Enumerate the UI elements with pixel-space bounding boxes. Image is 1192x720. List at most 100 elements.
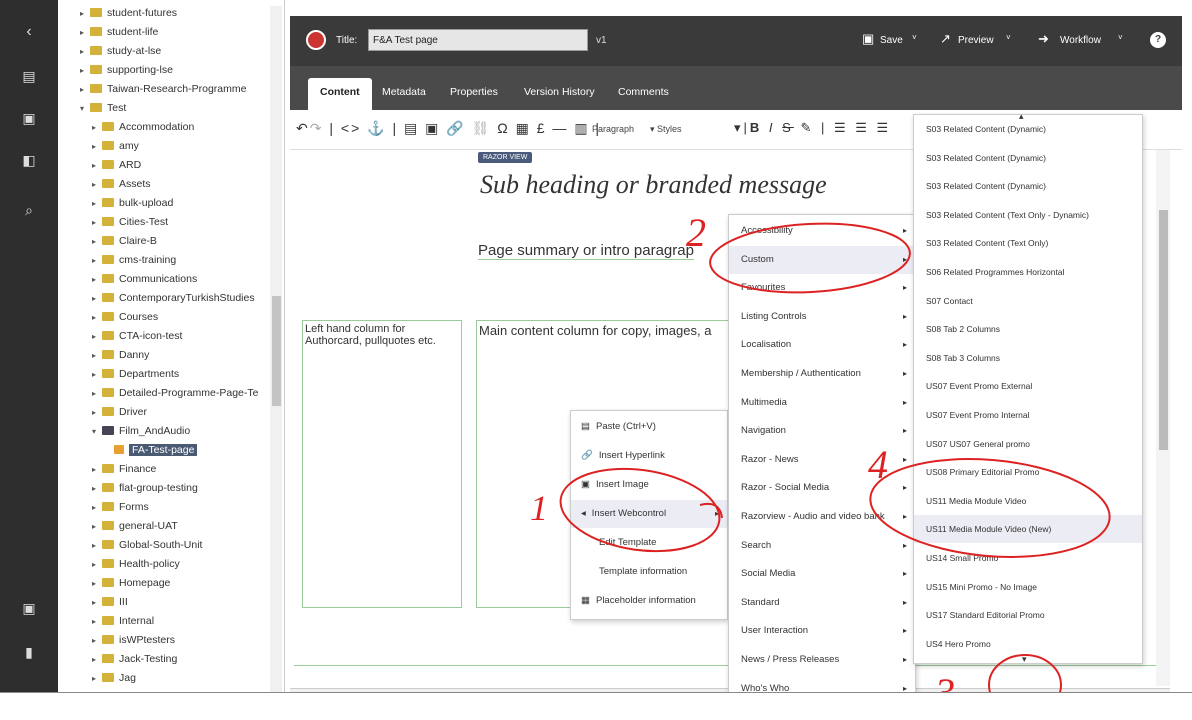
currency-icon[interactable]: £ [537,120,547,136]
help-icon[interactable]: ? [1150,32,1166,48]
paste-word-icon[interactable]: ▥ [574,120,589,136]
tab-content[interactable]: Content [308,78,372,110]
custom-webcontrol-item[interactable]: US07 Event Promo Internal [914,401,1142,429]
custom-webcontrol-item[interactable]: US11 Media Module Video [914,487,1142,515]
custom-webcontrol-item[interactable]: S08 Tab 2 Columns [914,315,1142,343]
collapsed-arrow-icon[interactable]: ▸ [92,631,102,650]
editor-scrollbar-thumb[interactable] [1159,210,1168,450]
tree-item[interactable]: ▸ student-futures [80,4,177,23]
tree-item[interactable]: ▸ III [92,593,128,612]
collapsed-arrow-icon[interactable]: ▸ [92,536,102,555]
settings-icon[interactable]: ▣ [0,598,58,618]
collapsed-arrow-icon[interactable]: ▸ [92,251,102,270]
tab-properties[interactable]: Properties [438,78,510,110]
collapsed-arrow-icon[interactable]: ▸ [92,574,102,593]
align-left-icon[interactable]: ☰ [834,120,849,135]
tree-item[interactable]: ▸ Global-South-Unit [92,536,202,555]
tree-item[interactable]: ▸ Jag [92,669,136,688]
collapsed-arrow-icon[interactable]: ▸ [92,460,102,479]
collapsed-arrow-icon[interactable]: ▸ [92,650,102,669]
tree-item[interactable]: ▸ supporting-lse [80,61,173,80]
collapsed-arrow-icon[interactable]: ▸ [92,612,102,631]
expanded-arrow-icon[interactable]: ▾ [80,99,90,118]
align-right-icon[interactable]: ☰ [877,120,892,135]
tree-item[interactable]: ▸ study-at-lse [80,42,161,61]
collapsed-arrow-icon[interactable]: ▸ [92,308,102,327]
tree-item[interactable]: ▸ Courses [92,308,158,327]
webcontrol-category-item[interactable]: Custom ▸ [729,245,915,274]
tree-item[interactable]: ▸ student-life [80,23,158,42]
tree-item[interactable]: ▸ Health-policy [92,555,180,574]
tree-item[interactable]: ▸ flat-group-testing [92,479,198,498]
tree-item[interactable]: ▸ Driver [92,403,147,422]
tree-item[interactable]: ▸ cms-training [92,251,176,270]
context-menu-item[interactable]: Edit Template [571,529,727,557]
collapsed-arrow-icon[interactable]: ▸ [92,137,102,156]
custom-webcontrol-item[interactable]: S03 Related Content (Text Only - Dynamic… [914,201,1142,229]
collapsed-arrow-icon[interactable]: ▸ [92,118,102,137]
collapsed-arrow-icon[interactable]: ▸ [92,593,102,612]
collapsed-arrow-icon[interactable]: ▸ [92,403,102,422]
anchor-icon[interactable]: ⚓ [367,120,386,136]
collapsed-arrow-icon[interactable]: ▸ [92,289,102,308]
webcontrol-category-item[interactable]: Listing Controls ▸ [729,303,915,331]
special-char-icon[interactable]: Ω [497,120,509,136]
webcontrol-category-item[interactable]: Localisation ▸ [729,331,915,359]
collapsed-arrow-icon[interactable]: ▸ [92,327,102,346]
tree-item[interactable]: ▸ Internal [92,612,154,631]
collapsed-arrow-icon[interactable]: ▸ [92,232,102,251]
preview-button[interactable]: Preview [958,35,994,46]
webcontrol-category-item[interactable]: News / Press Releases ▸ [729,646,915,674]
tree-item[interactable]: ▸ Accommodation [92,118,194,137]
save-button[interactable]: Save [880,35,903,46]
tab-version-history[interactable]: Version History [512,78,607,110]
collapsed-arrow-icon[interactable]: ▸ [92,175,102,194]
custom-webcontrol-item[interactable]: US14 Small Promo [914,544,1142,572]
context-menu-item[interactable]: ▣ Insert Image [571,471,727,499]
tree-item[interactable]: ▸ Finance [92,460,156,479]
tree-item[interactable]: ▸ Homepage [92,574,170,593]
webcontrol-category-item[interactable]: Multimedia ▸ [729,389,915,417]
collapsed-arrow-icon[interactable]: ▸ [92,555,102,574]
tab-comments[interactable]: Comments [606,78,681,110]
unlink-icon[interactable]: ⛓ [472,120,492,136]
expanded-arrow-icon[interactable]: ▾ [92,422,102,441]
collapsed-arrow-icon[interactable]: ▸ [92,384,102,403]
preview-dropdown-icon[interactable]: ˅ [1006,33,1011,42]
custom-webcontrol-item[interactable]: US08 Primary Editorial Promo [914,458,1142,486]
tree-item[interactable]: ▸ Danny [92,346,149,365]
collapsed-arrow-icon[interactable]: ▸ [92,669,102,688]
insert-image-icon[interactable]: ▣ [425,120,440,136]
tree-item[interactable]: ▸ Taiwan-Research-Programme [80,80,246,99]
tree-item[interactable]: ▸ Assets [92,175,151,194]
left-column-placeholder[interactable]: Left hand column for Authorcard, pullquo… [302,320,462,608]
horizontal-rule-icon[interactable]: — [552,120,568,136]
tree-item[interactable]: ▸ ContemporaryTurkishStudies [92,289,255,308]
tree-item[interactable]: ▸ ARD [92,156,141,175]
webcontrol-category-item[interactable]: Social Media ▸ [729,560,915,588]
tree-item[interactable]: ▸ Cities-Test [92,213,168,232]
highlight-icon[interactable]: ✎ [800,120,814,135]
tree-item[interactable]: ▾ Film_AndAudio [92,422,190,441]
webcontrol-category-item[interactable]: Favourites ▸ [729,274,915,302]
save-dropdown-icon[interactable]: ˅ [912,33,917,42]
menu-scroll-down-icon[interactable]: ▾ [1022,654,1027,665]
sub-heading-placeholder[interactable]: Sub heading or branded message [480,170,827,200]
content-icon[interactable]: ▤ [0,66,58,86]
custom-webcontrol-item[interactable]: S08 Tab 3 Columns [914,344,1142,372]
paragraph-format-dropdown[interactable]: Paragraph [592,124,634,134]
collapsed-arrow-icon[interactable]: ▸ [92,270,102,289]
custom-webcontrol-item[interactable]: US15 Mini Promo - No Image [914,573,1142,601]
strikethrough-icon[interactable]: S [782,120,794,135]
template-icon[interactable]: ◧ [0,150,58,170]
custom-webcontrol-item[interactable]: US4 Hero Promo [914,630,1142,658]
bold-icon[interactable]: B [750,120,762,135]
collapsed-arrow-icon[interactable]: ▸ [92,479,102,498]
collapsed-arrow-icon[interactable]: ▸ [92,213,102,232]
tree-item[interactable]: ▸ general-UAT [92,517,178,536]
webcontrol-category-item[interactable]: Accessibility ▸ [729,217,915,245]
collapsed-arrow-icon[interactable]: ▸ [92,365,102,384]
collapsed-arrow-icon[interactable]: ▸ [80,4,90,23]
custom-webcontrol-item[interactable]: S03 Related Content (Text Only) [914,229,1142,257]
collapsed-arrow-icon[interactable]: ▸ [92,346,102,365]
